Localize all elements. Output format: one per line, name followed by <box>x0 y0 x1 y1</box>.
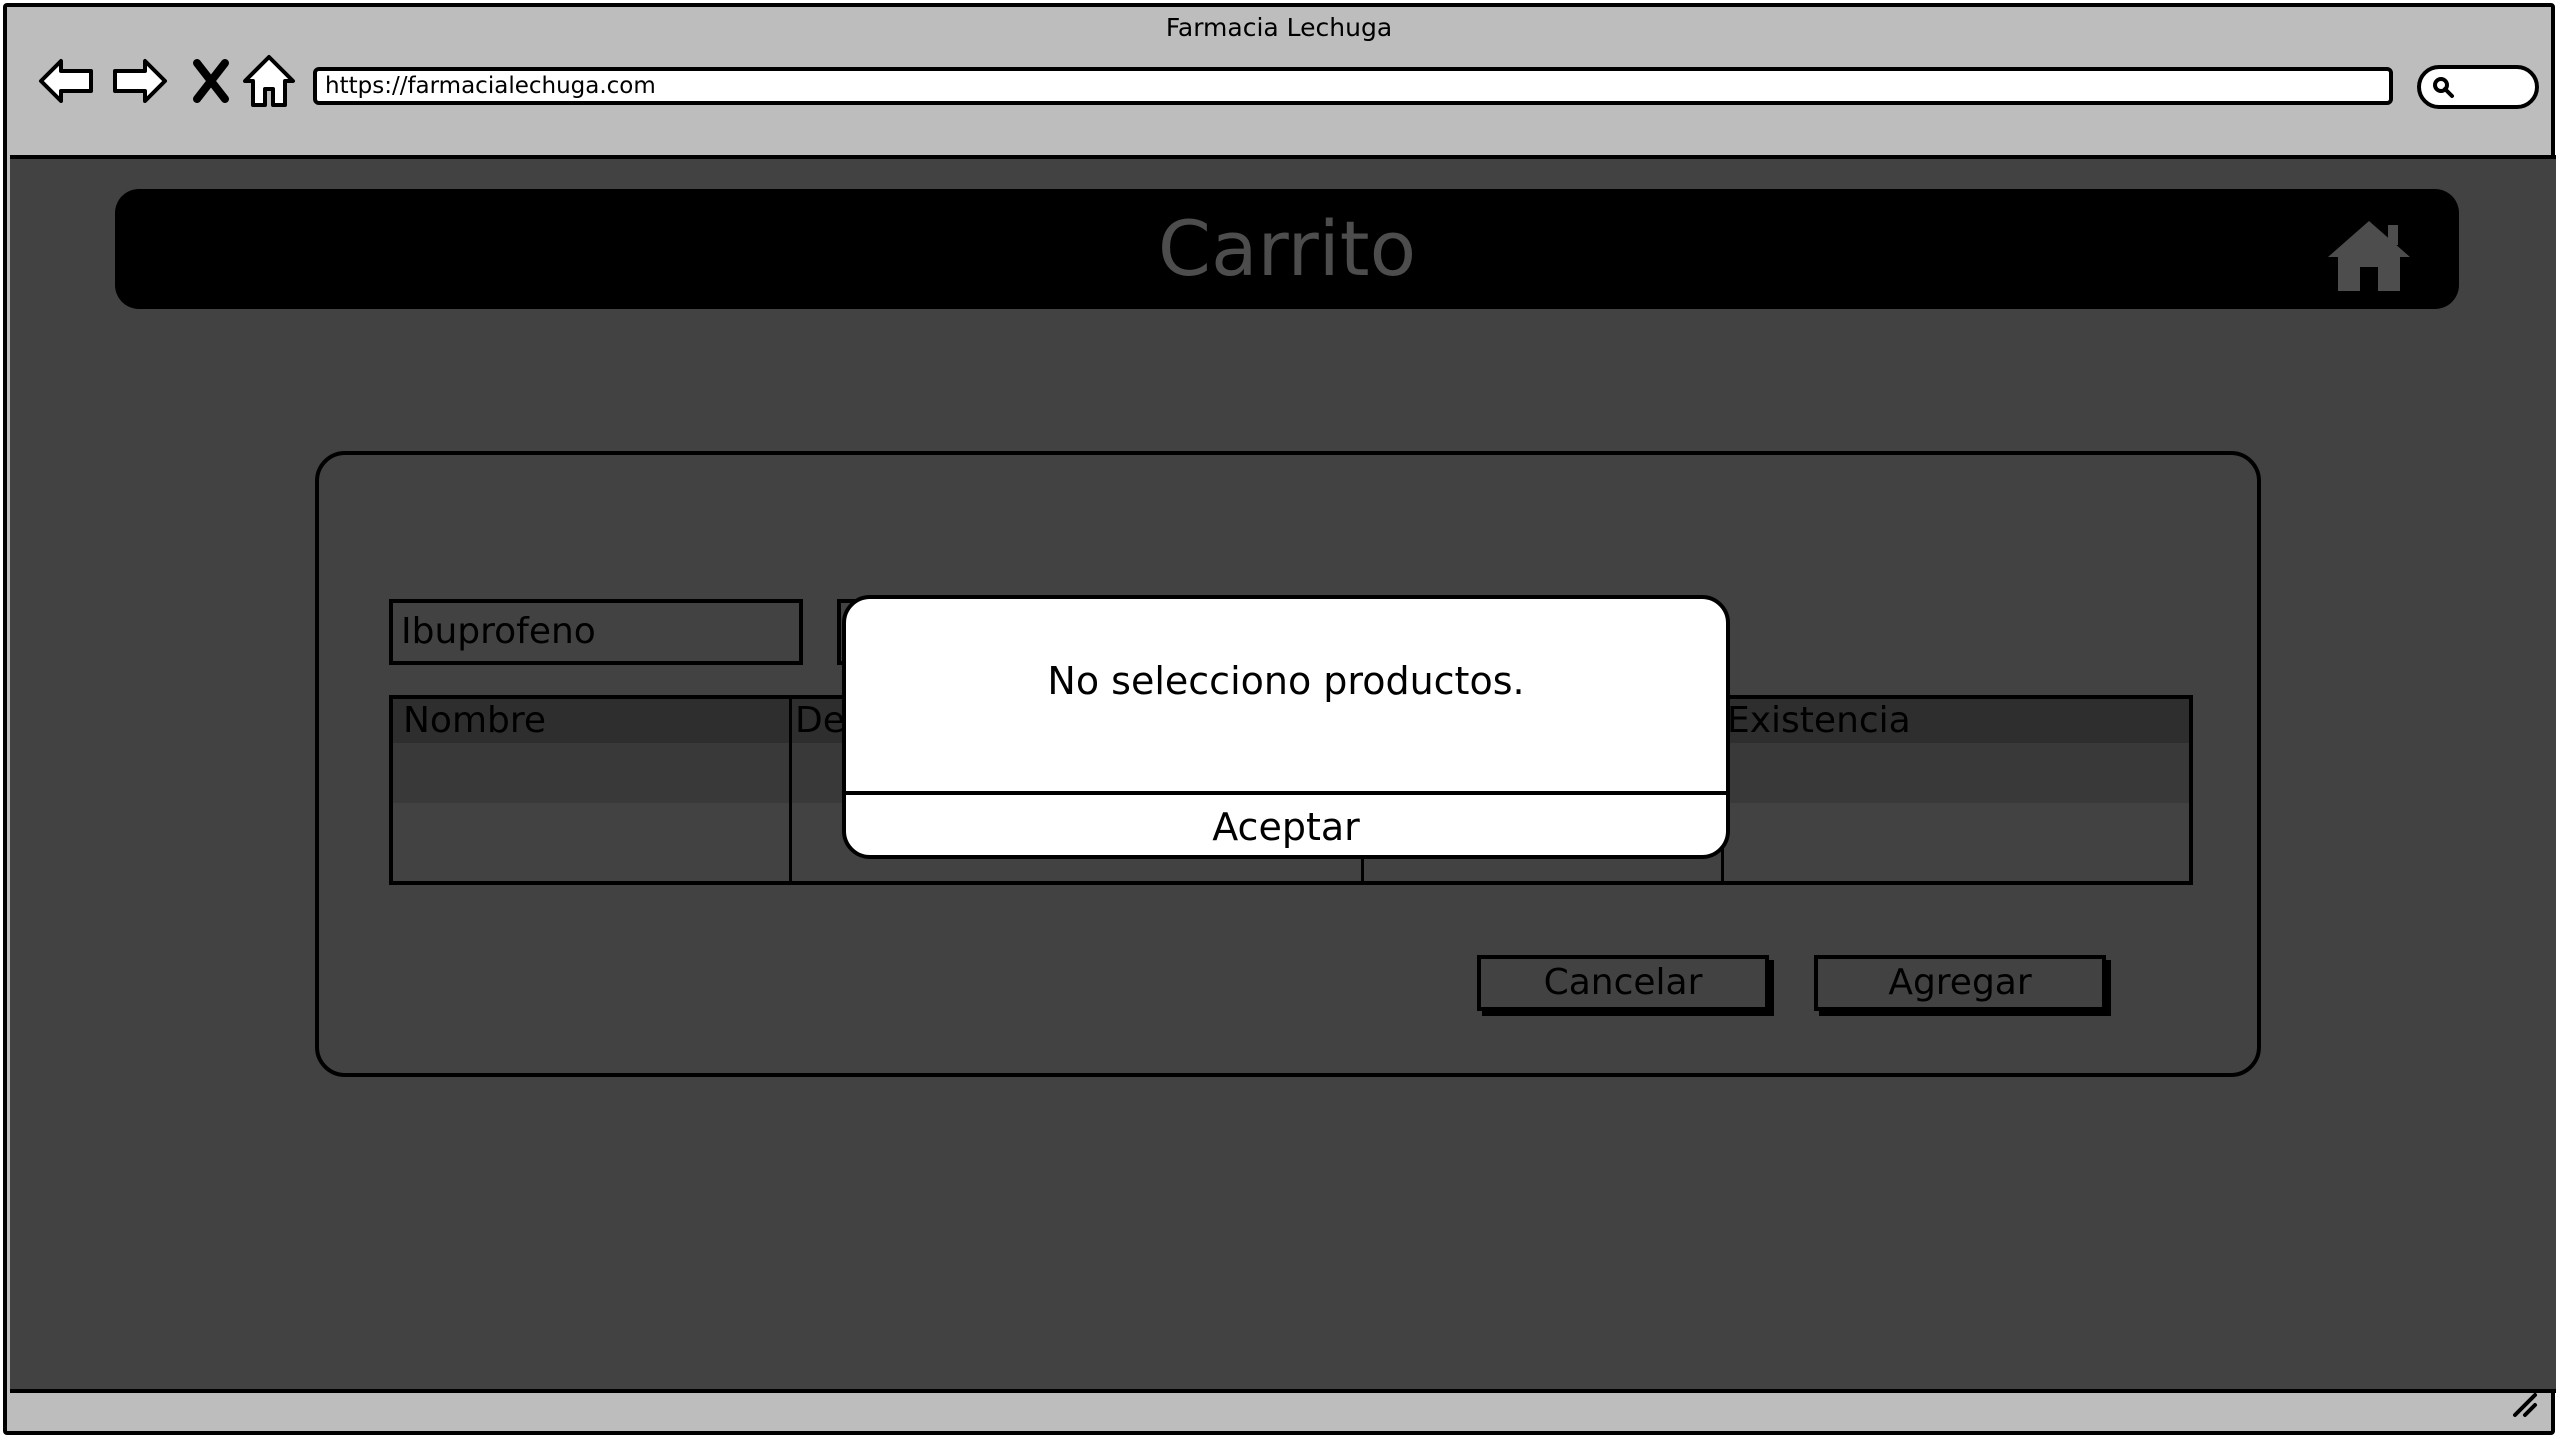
alert-message: No selecciono productos. <box>1047 659 1525 703</box>
column-header-descripcion: De <box>795 700 845 741</box>
back-arrow-icon[interactable] <box>35 49 99 113</box>
search-icon <box>2433 77 2454 98</box>
column-divider <box>789 699 792 881</box>
home-icon[interactable] <box>237 49 301 113</box>
page-header: Carrito <box>115 189 2459 309</box>
close-icon[interactable] <box>179 49 243 113</box>
product-search-input[interactable]: Ibuprofeno <box>389 599 803 665</box>
browser-search-box[interactable] <box>2417 65 2539 109</box>
page-title: Carrito <box>1157 204 1417 293</box>
resize-grip-icon[interactable] <box>2509 1389 2539 1419</box>
home-icon[interactable] <box>2324 217 2414 295</box>
column-header-existencia: Existencia <box>1727 700 1911 741</box>
accept-button[interactable]: Aceptar <box>846 795 1726 855</box>
column-header-nombre: Nombre <box>403 700 547 741</box>
browser-window: Farmacia Lechuga https://farmacialechuga… <box>3 3 2556 1435</box>
cancel-button[interactable]: Cancelar <box>1477 955 1769 1011</box>
window-title: Farmacia Lechuga <box>1165 13 1393 42</box>
url-bar[interactable]: https://farmacialechuga.com <box>313 67 2393 105</box>
forward-arrow-icon[interactable] <box>107 49 171 113</box>
add-button[interactable]: Agregar <box>1814 955 2106 1011</box>
alert-dialog: No selecciono productos. Aceptar <box>842 595 1730 859</box>
